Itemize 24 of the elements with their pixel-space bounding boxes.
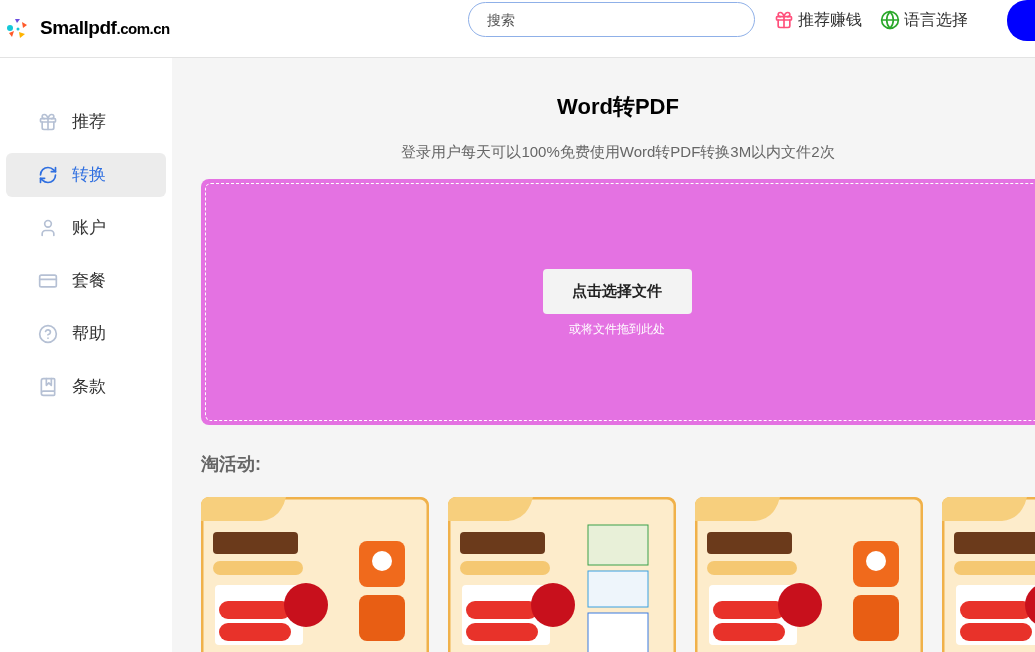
drop-hint: 或将文件拖到此处 bbox=[569, 320, 665, 338]
globe-icon bbox=[879, 9, 900, 30]
drop-zone[interactable]: 点击选择文件 或将文件拖到此处 bbox=[201, 178, 1035, 425]
user-icon bbox=[38, 218, 58, 238]
header-link[interactable]: 推荐赚钱 bbox=[773, 7, 862, 32]
header-link[interactable]: 语言选择 bbox=[879, 7, 968, 32]
sync-icon bbox=[38, 165, 58, 185]
gift-icon bbox=[38, 112, 58, 132]
choose-file-button[interactable]: 点击选择文件 bbox=[542, 268, 692, 314]
page-title: Word转PDF bbox=[556, 93, 680, 121]
sidebar-item[interactable]: 转换 bbox=[6, 153, 166, 197]
promotions-heading: 淘活动: bbox=[201, 452, 262, 476]
sidebar-item[interactable]: 推荐 bbox=[6, 100, 166, 144]
sidebar-item[interactable]: 条款 bbox=[6, 365, 166, 409]
sidebar-item[interactable]: 账户 bbox=[6, 206, 166, 250]
search-field[interactable]: 搜索 bbox=[467, 2, 755, 37]
help-icon bbox=[38, 324, 58, 344]
page-subtitle: 登录用户每天可以100%免费使用Word转PDF转换3M以内文件2次 bbox=[400, 142, 836, 162]
bookmark-icon bbox=[38, 377, 58, 397]
sidebar-item[interactable]: 帮助 bbox=[6, 312, 166, 356]
sidebar-item[interactable]: 套餐 bbox=[6, 259, 166, 303]
gift-icon bbox=[773, 9, 794, 30]
logo-text[interactable]: Smallpdf.com.cn bbox=[40, 14, 170, 43]
card-icon bbox=[38, 271, 58, 291]
